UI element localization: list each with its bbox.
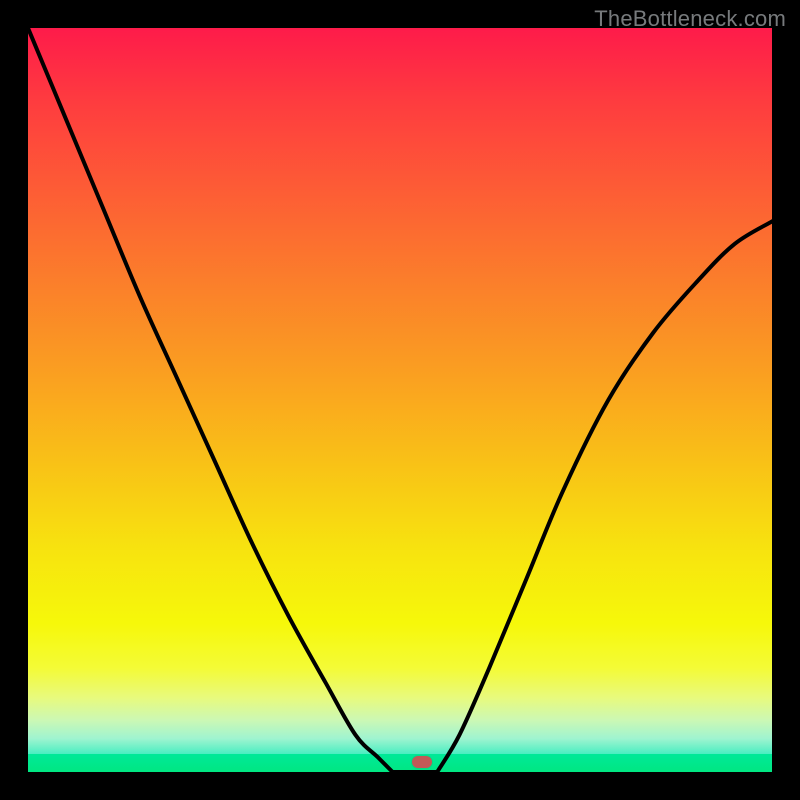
curve-layer xyxy=(28,28,772,772)
left-curve-path xyxy=(28,28,393,772)
right-curve-path xyxy=(437,221,772,772)
bottleneck-marker xyxy=(412,756,432,768)
chart-frame: TheBottleneck.com xyxy=(0,0,800,800)
plot-area xyxy=(28,28,772,772)
